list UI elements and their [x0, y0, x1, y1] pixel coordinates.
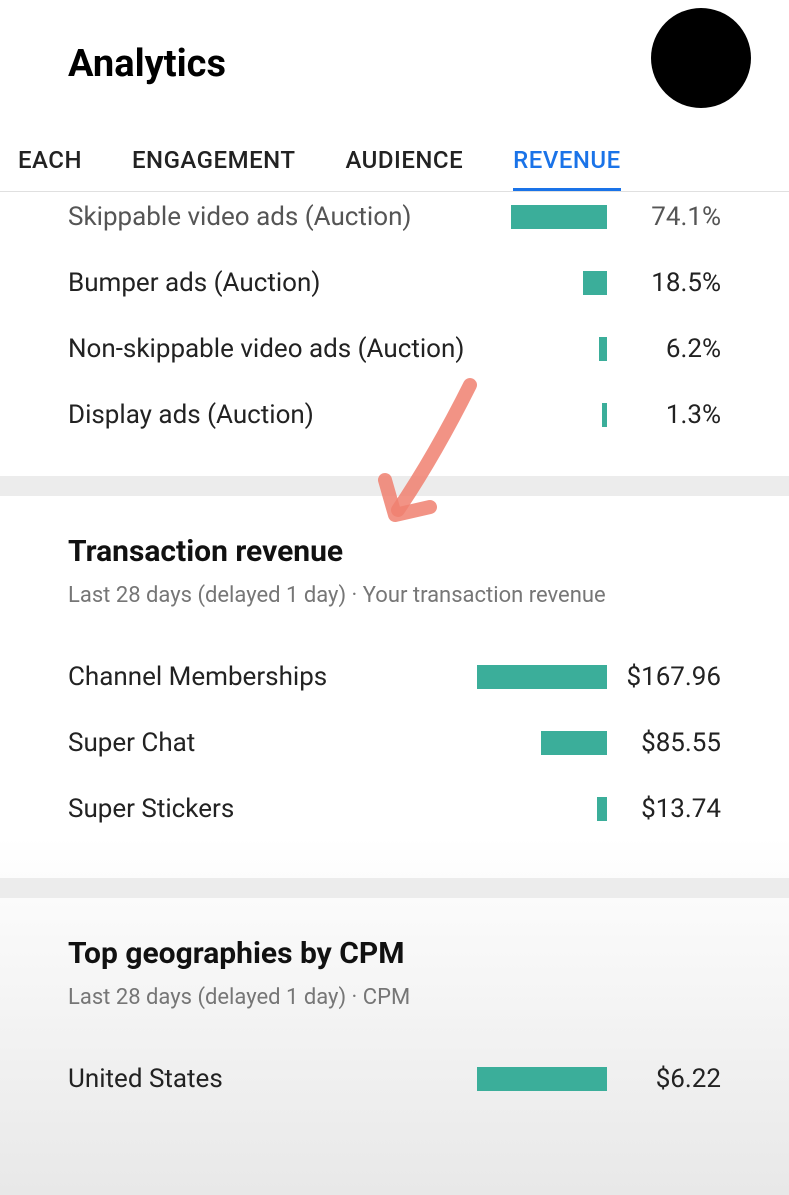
tab-engagement[interactable]: ENGAGEMENT — [132, 132, 295, 191]
bar — [602, 403, 607, 427]
bar-wrap — [477, 797, 607, 821]
transaction-label: Super Stickers — [68, 794, 477, 824]
transaction-label: Channel Memberships — [68, 662, 477, 692]
list-item[interactable]: Channel Memberships $167.96 — [68, 644, 721, 710]
tabs: EACH ENGAGEMENT AUDIENCE REVENUE — [0, 132, 789, 192]
bar — [599, 337, 607, 361]
transaction-revenue-card: Transaction revenue Last 28 days (delaye… — [0, 496, 789, 878]
tab-revenue[interactable]: REVENUE — [513, 132, 621, 191]
ad-type-label: Display ads (Auction) — [68, 400, 477, 430]
ad-type-value: 18.5% — [621, 268, 721, 298]
ad-type-label: Non-skippable video ads (Auction) — [68, 334, 477, 364]
list-item[interactable]: Non-skippable video ads (Auction) 6.2% — [68, 316, 721, 382]
bar-wrap — [477, 271, 607, 295]
tab-audience[interactable]: AUDIENCE — [345, 132, 463, 191]
transaction-label: Super Chat — [68, 728, 477, 758]
list-item[interactable]: Super Stickers $13.74 — [68, 776, 721, 842]
list-item[interactable]: Super Chat $85.55 — [68, 710, 721, 776]
card-subtitle: Last 28 days (delayed 1 day) · Your tran… — [68, 583, 721, 608]
tab-reach[interactable]: EACH — [18, 132, 82, 191]
geo-value: $6.22 — [621, 1064, 721, 1094]
bar — [541, 731, 607, 755]
top-geographies-card: Top geographies by CPM Last 28 days (del… — [0, 898, 789, 1148]
ad-type-value: 74.1% — [621, 202, 721, 232]
bar — [511, 205, 607, 229]
transaction-value: $167.96 — [621, 662, 721, 692]
bar-wrap — [477, 665, 607, 689]
avatar[interactable] — [651, 8, 751, 108]
card-subtitle: Last 28 days (delayed 1 day) · CPM — [68, 985, 721, 1010]
divider — [0, 476, 789, 496]
bar-wrap — [477, 1067, 607, 1091]
ad-type-value: 1.3% — [621, 400, 721, 430]
bar — [583, 271, 607, 295]
geo-label: United States — [68, 1064, 477, 1094]
bar — [477, 665, 607, 689]
list-item[interactable]: Skippable video ads (Auction) 74.1% — [68, 196, 721, 250]
list-item[interactable]: United States $6.22 — [68, 1046, 721, 1112]
bar — [477, 1067, 607, 1091]
bar-wrap — [477, 205, 607, 229]
card-title: Transaction revenue — [68, 534, 721, 569]
list-item[interactable]: Display ads (Auction) 1.3% — [68, 382, 721, 448]
bar — [597, 797, 607, 821]
ad-types-list: Skippable video ads (Auction) 74.1% Bump… — [0, 184, 789, 476]
transaction-value: $85.55 — [621, 728, 721, 758]
bar-wrap — [477, 731, 607, 755]
transaction-value: $13.74 — [621, 794, 721, 824]
list-item[interactable]: Bumper ads (Auction) 18.5% — [68, 250, 721, 316]
ad-type-label: Bumper ads (Auction) — [68, 268, 477, 298]
divider — [0, 878, 789, 898]
header: Analytics — [0, 0, 789, 132]
card-title: Top geographies by CPM — [68, 936, 721, 971]
bar-wrap — [477, 403, 607, 427]
ad-type-label: Skippable video ads (Auction) — [68, 202, 477, 232]
bar-wrap — [477, 337, 607, 361]
page-title: Analytics — [68, 42, 226, 86]
ad-type-value: 6.2% — [621, 334, 721, 364]
